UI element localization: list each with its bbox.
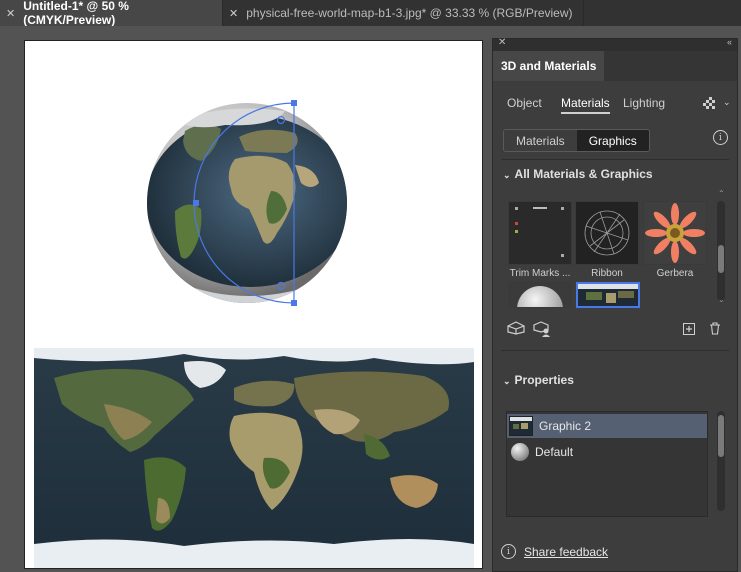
scroll-up-icon[interactable]: ⌃ (718, 189, 725, 198)
close-icon[interactable]: ✕ (498, 37, 506, 48)
graphics-list: Graphic 2 Default (506, 411, 708, 517)
close-icon[interactable]: ✕ (229, 7, 238, 20)
thumb-default-sphere[interactable] (508, 282, 572, 308)
collapse-icon[interactable]: ‹‹ (727, 37, 732, 47)
panel-title[interactable]: 3D and Materials (493, 51, 605, 81)
share-feedback-label: Share feedback (524, 544, 609, 559)
thumb-label-ribbon: Ribbon (591, 268, 623, 279)
panel-header-strip: ✕ ‹‹ (493, 37, 737, 51)
tab-object[interactable]: Object (507, 96, 542, 110)
divider (501, 350, 729, 351)
graphic-2-swatch (509, 416, 533, 436)
thumb-label-gerbera: Gerbera (656, 268, 694, 279)
list-item-label: Graphic 2 (539, 419, 592, 433)
globe-3d-object[interactable] (25, 41, 482, 341)
chevron-down-icon[interactable]: ⌄ (723, 97, 731, 108)
properties-section-title: Properties (514, 373, 574, 387)
list-item-graphic-2[interactable]: Graphic 2 (507, 414, 707, 438)
thumb-gerbera[interactable] (643, 201, 707, 265)
scroll-thumb[interactable] (718, 245, 724, 273)
info-icon[interactable]: i (713, 130, 728, 145)
library-section-header[interactable]: ⌄ All Materials & Graphics (503, 167, 653, 181)
apply-material-user-icon[interactable] (533, 321, 551, 337)
render-settings-icon[interactable] (701, 97, 715, 110)
divider (501, 159, 729, 160)
share-feedback-link[interactable]: i Share feedback (501, 544, 608, 559)
thumb-trim-marks[interactable] (508, 201, 572, 265)
document-tab-bar: ✕ Untitled-1* @ 50 % (CMYK/Preview) ✕ ph… (0, 0, 741, 27)
list-item-default[interactable]: Default (507, 440, 707, 464)
properties-scrollbar[interactable] (717, 411, 725, 511)
tab-label: Untitled-1* @ 50 % (CMYK/Preview) (23, 0, 129, 27)
apply-material-icon[interactable] (507, 321, 525, 335)
library-section-title: All Materials & Graphics (514, 167, 653, 181)
trash-icon[interactable] (709, 322, 721, 335)
close-icon[interactable]: ✕ (6, 7, 15, 20)
thumb-ribbon[interactable] (575, 201, 639, 265)
document-tab-untitled[interactable]: ✕ Untitled-1* @ 50 % (CMYK/Preview) (0, 0, 222, 27)
tab-materials[interactable]: Materials (561, 96, 610, 114)
tab-divider (583, 0, 584, 26)
add-icon[interactable] (683, 323, 695, 335)
3d-materials-panel: ✕ ‹‹ 3D and Materials Object Materials L… (492, 37, 738, 572)
segment-graphics[interactable]: Graphics (576, 130, 649, 151)
artboard[interactable] (25, 41, 482, 568)
thumb-label-trim-marks: Trim Marks ... (509, 268, 571, 279)
chevron-down-icon: ⌄ (503, 170, 511, 180)
document-canvas[interactable] (0, 26, 488, 572)
scroll-down-icon[interactable]: ⌄ (718, 295, 725, 304)
scroll-thumb[interactable] (718, 415, 724, 457)
world-map-image[interactable] (34, 348, 474, 568)
list-item-label: Default (535, 445, 574, 459)
document-tab-world-map[interactable]: ✕ physical-free-world-map-b1-3.jpg* @ 33… (223, 0, 583, 26)
segment-materials[interactable]: Materials (504, 130, 577, 151)
default-material-swatch (511, 443, 529, 461)
library-scrollbar[interactable] (717, 201, 725, 301)
chevron-down-icon: ⌄ (503, 376, 511, 386)
info-icon: i (501, 544, 516, 559)
properties-section-header[interactable]: ⌄ Properties (503, 373, 574, 387)
tab-lighting[interactable]: Lighting (623, 96, 665, 110)
materials-graphics-toggle: Materials Graphics (503, 129, 650, 152)
thumb-graphic-2[interactable] (576, 282, 640, 308)
tab-label: physical-free-world-map-b1-3.jpg* @ 33.3… (246, 6, 573, 20)
